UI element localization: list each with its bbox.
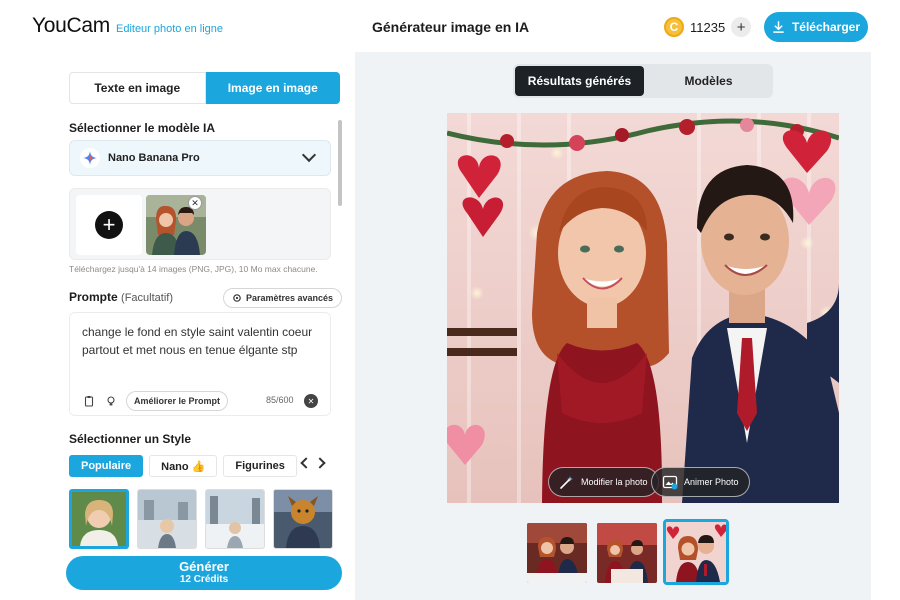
page-title: Générateur image en IA xyxy=(372,19,530,35)
credit-count: 11235 xyxy=(690,19,726,35)
logo-wordmark: YouCam xyxy=(32,14,110,37)
logo-subtitle: Editeur photo en ligne xyxy=(115,23,224,35)
style-prev-arrow-icon[interactable] xyxy=(300,457,312,469)
panel-scrollbar[interactable] xyxy=(338,120,342,206)
advanced-settings-button[interactable]: Paramètres avancés xyxy=(223,288,343,308)
magic-wand-icon xyxy=(560,476,573,489)
prompt-textarea[interactable]: change le fond en style saint valentin c… xyxy=(69,312,331,416)
prompt-label-text: Prompte xyxy=(69,290,118,304)
results-segmented-control: Résultats générés Modèles xyxy=(513,64,773,98)
result-thumbnail[interactable] xyxy=(597,523,657,583)
result-thumbnail-selected[interactable] xyxy=(663,519,729,585)
tab-text-to-image[interactable]: Texte en image xyxy=(69,72,206,104)
style-tabs: Populaire Nano 👍 Figurines xyxy=(69,455,297,477)
style-thumbnail[interactable] xyxy=(205,489,265,549)
advanced-settings-label: Paramètres avancés xyxy=(246,293,334,303)
remove-image-button[interactable]: ✕ xyxy=(188,196,202,210)
mode-tabs: Texte en image Image en image xyxy=(69,72,340,104)
upload-hint: Téléchargez jusqu'à 14 images (PNG, JPG)… xyxy=(69,264,318,274)
tab-templates[interactable]: Modèles xyxy=(644,64,773,98)
animate-photo-label: Animer Photo xyxy=(684,477,739,487)
generate-button[interactable]: Générer 12 Crédits xyxy=(66,556,342,590)
prompt-text[interactable]: change le fond en style saint valentin c… xyxy=(82,323,322,359)
credits-display: C 11235 + xyxy=(664,14,752,40)
animate-photo-button[interactable]: Animer Photo xyxy=(651,467,750,497)
style-tab-popular[interactable]: Populaire xyxy=(69,455,144,477)
download-button[interactable]: Télécharger xyxy=(764,12,868,42)
download-icon xyxy=(773,20,784,33)
model-section-label: Sélectionner le modèle IA xyxy=(69,121,216,135)
prompt-optional-text: (Facultatif) xyxy=(121,292,173,304)
prompt-label: Prompte (Facultatif) xyxy=(69,290,173,304)
model-dropdown[interactable]: Nano Banana Pro xyxy=(69,140,331,176)
result-thumbnail[interactable] xyxy=(527,523,587,583)
download-label: Télécharger xyxy=(791,20,861,34)
clipboard-icon[interactable] xyxy=(82,394,96,408)
style-thumbnail[interactable] xyxy=(273,489,333,549)
tab-generated-results[interactable]: Résultats générés xyxy=(515,66,644,96)
logo[interactable]: YouCam Editeur photo en ligne xyxy=(32,14,223,38)
add-image-button[interactable]: + xyxy=(76,195,142,255)
style-tab-figurines[interactable]: Figurines xyxy=(223,455,297,477)
improve-prompt-button[interactable]: Améliorer le Prompt xyxy=(126,391,229,411)
style-thumbnail[interactable] xyxy=(69,489,129,549)
gear-icon xyxy=(233,294,241,302)
tab-image-to-image[interactable]: Image en image xyxy=(205,72,340,104)
coin-icon: C xyxy=(664,17,684,37)
model-name: Nano Banana Pro xyxy=(108,152,200,164)
edit-photo-button[interactable]: Modifier la photo xyxy=(548,467,659,497)
style-section-label: Sélectionner un Style xyxy=(69,432,192,446)
style-thumbnails xyxy=(69,489,333,549)
generate-cost: 12 Crédits xyxy=(179,574,229,585)
style-next-arrow-icon[interactable] xyxy=(314,457,326,469)
style-thumbnail[interactable] xyxy=(137,489,197,549)
style-tab-nano[interactable]: Nano 👍 xyxy=(149,455,218,477)
plus-icon: + xyxy=(95,211,123,239)
app-root: YouCam Editeur photo en ligne Générateur… xyxy=(0,0,900,600)
animate-image-icon xyxy=(662,475,678,490)
edit-photo-label: Modifier la photo xyxy=(581,477,648,487)
sparkle-icon xyxy=(80,148,100,168)
character-count: 85/600 xyxy=(266,395,294,405)
generated-photo[interactable] xyxy=(447,113,839,503)
chevron-down-icon xyxy=(301,147,317,163)
generate-label: Générer xyxy=(179,559,229,574)
prompt-toolbar: Améliorer le Prompt xyxy=(82,391,229,411)
clear-prompt-button[interactable]: ✕ xyxy=(304,394,318,408)
buy-credits-button[interactable]: + xyxy=(731,17,752,37)
lightbulb-icon[interactable] xyxy=(104,394,118,408)
